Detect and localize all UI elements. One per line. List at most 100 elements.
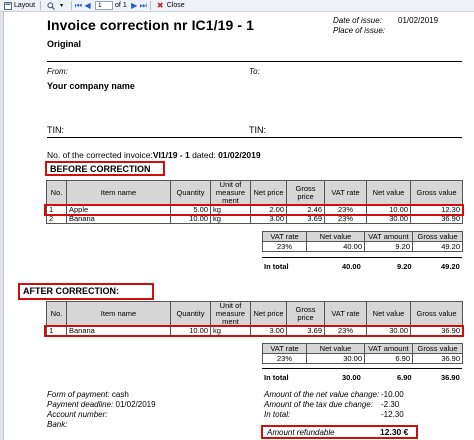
bank-label: Bank:	[47, 420, 68, 429]
column-header: Item name	[66, 180, 171, 206]
after-total-vat: 6.90	[397, 373, 412, 382]
column-header: No.	[46, 301, 67, 327]
page-number-input[interactable]: 1	[95, 1, 114, 10]
date-of-issue-value: 01/02/2019	[398, 16, 439, 25]
payment-deadline-row: Payment deadline: 01/02/2019	[47, 400, 156, 410]
layout-label: Layout	[14, 2, 36, 9]
column-header: Net value	[306, 343, 365, 354]
payment-info: Form of payment: cash Payment deadline: …	[47, 390, 156, 430]
before-vat-table: VAT rate Net value VAT amount Gross valu…	[262, 231, 463, 252]
after-row-highlight	[44, 325, 464, 337]
account-number-label: Account number:	[47, 410, 108, 419]
table-cell: 9.20	[364, 241, 413, 252]
corrected-invoice-line: No. of the corrected invoice:VI1/19 - 1 …	[47, 150, 261, 160]
table-cell: 23%	[262, 353, 307, 364]
before-total-line	[262, 257, 462, 258]
from-label: From:	[47, 67, 68, 76]
page-count-label: of 1	[115, 2, 127, 9]
divider-tin	[47, 137, 462, 138]
layout-icon	[3, 1, 12, 10]
invoice-title: Invoice correction nr IC1/19 - 1	[47, 17, 255, 33]
after-total-line	[262, 368, 462, 369]
issue-values: 01/02/2019	[398, 16, 438, 26]
before-total-vat: 9.20	[397, 262, 412, 271]
after-total-label: In total	[264, 373, 289, 382]
before-total-net: 40.00	[342, 262, 361, 271]
zoom-button[interactable]: ▾	[43, 0, 69, 12]
column-header: VAT rate	[262, 343, 307, 354]
buyer-tin-label: TIN:	[249, 125, 266, 135]
after-correction-heading: AFTER CORRECTION:	[18, 283, 154, 300]
column-header: Net price	[250, 180, 287, 206]
net-change-value: -10.00	[381, 390, 404, 399]
table-cell: 36.90	[412, 353, 463, 364]
layout-button[interactable]: Layout	[0, 0, 38, 12]
corrected-invoice-label: No. of the corrected invoice:	[47, 150, 153, 160]
payment-deadline-value: 01/02/2019	[115, 400, 156, 409]
column-header: VAT rate	[262, 231, 307, 242]
first-page-icon[interactable]: ⏮	[74, 1, 83, 10]
change-summary-labels: Amount of the net value change: Amount o…	[264, 390, 379, 420]
column-header: Unit of measure ment	[210, 301, 251, 327]
report-toolbar: Layout ▾ ⏮ ◀ 1 of 1 ▶ ⏭ ✖ Close	[0, 0, 474, 12]
column-header: Net value	[366, 301, 411, 327]
column-header: Item name	[66, 301, 171, 327]
table-header-row: No. Item name Quantity Unit of measure m…	[46, 180, 463, 206]
table-cell: 40.00	[306, 241, 365, 252]
table-row: 23% 40.00 9.20 49.20	[262, 241, 463, 252]
table-cell: 30.00	[306, 353, 365, 364]
column-header: No.	[46, 180, 67, 206]
seller-tin-label: TIN:	[47, 125, 64, 135]
page-indicator: 1 of 1	[92, 0, 130, 12]
column-header: Gross price	[286, 301, 325, 327]
divider-top	[47, 61, 462, 62]
table-cell: 6.90	[364, 353, 413, 364]
place-of-issue-label: Place of issue:	[333, 26, 386, 35]
payment-form-value: cash	[111, 390, 129, 399]
column-header: Gross value	[410, 301, 463, 327]
payment-form-row: Form of payment: cash	[47, 390, 156, 400]
to-label: To:	[249, 67, 260, 76]
page-left-border	[0, 12, 4, 440]
after-total-gross: 36.90	[441, 373, 460, 382]
toolbar-divider	[149, 1, 151, 10]
previous-page-icon[interactable]: ◀	[83, 1, 92, 10]
column-header: VAT amount	[364, 231, 413, 242]
chevron-down-icon: ▾	[60, 3, 64, 9]
before-correction-heading: BEFORE CORRECTION	[45, 161, 165, 176]
column-header: Gross value	[412, 343, 463, 354]
column-header: Gross value	[410, 180, 463, 206]
close-button[interactable]: ✖ Close	[153, 0, 188, 12]
payment-deadline-label: Payment deadline:	[47, 400, 114, 409]
corrected-invoice-date: 01/02/2019	[218, 150, 261, 160]
tax-change-label: Amount of the tax due change:	[264, 400, 373, 409]
before-total-gross: 49.20	[441, 262, 460, 271]
close-icon: ✖	[156, 1, 164, 10]
corrected-dated-label: dated:	[189, 150, 219, 160]
table-cell: 49.20	[412, 241, 463, 252]
table-row: 23% 30.00 6.90 36.90	[262, 353, 463, 364]
column-header: VAT rate	[324, 180, 367, 206]
table-header-row: No. Item name Quantity Unit of measure m…	[46, 301, 463, 327]
next-page-icon[interactable]: ▶	[130, 1, 139, 10]
table-header-row: VAT rate Net value VAT amount Gross valu…	[262, 343, 463, 354]
table-cell: 23%	[262, 241, 307, 252]
column-header: VAT rate	[324, 301, 367, 327]
last-page-icon[interactable]: ⏭	[139, 1, 148, 10]
toolbar-divider	[40, 1, 42, 10]
after-total-net: 30.00	[342, 373, 361, 382]
column-header: Net price	[250, 301, 287, 327]
payment-form-label: Form of payment:	[47, 390, 110, 399]
column-header: Quantity	[170, 180, 211, 206]
column-header: Unit of measure ment	[210, 180, 251, 206]
corrected-invoice-number: VI1/19 - 1	[152, 150, 190, 160]
column-header: Gross value	[412, 231, 463, 242]
before-total-label: In total	[264, 262, 289, 271]
in-total-value: -12.30	[381, 410, 404, 419]
table-header-row: VAT rate Net value VAT amount Gross valu…	[262, 231, 463, 242]
magnifier-icon	[46, 1, 55, 10]
change-summary-values: -10.00 -2.30 -12.30	[381, 390, 404, 420]
column-header: Quantity	[170, 301, 211, 327]
amount-refundable-label: Amount refundable	[267, 428, 335, 437]
before-items-table: No. Item name Quantity Unit of measure m…	[46, 180, 463, 224]
